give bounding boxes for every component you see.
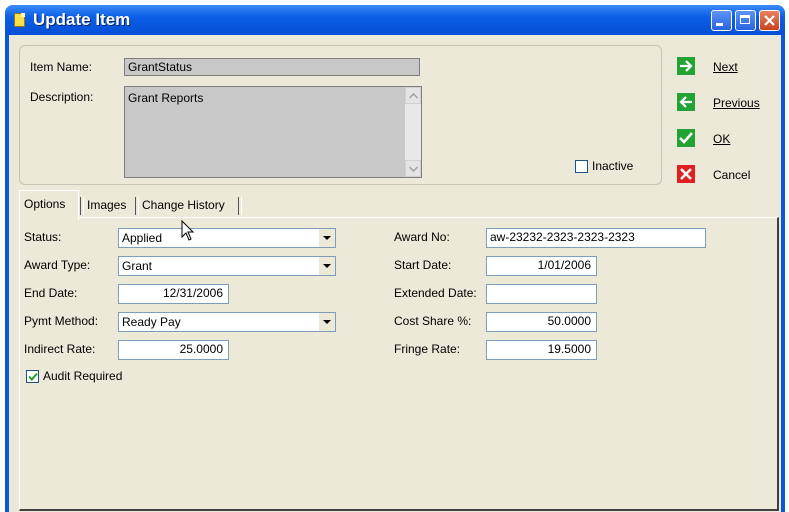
chevron-down-icon (323, 236, 331, 240)
pymt-method-label: Pymt Method: (24, 314, 99, 328)
ok-button[interactable]: OK (677, 129, 777, 151)
end-date-field[interactable]: 12/31/2006 (118, 284, 229, 304)
ok-label: OK (713, 132, 731, 146)
item-details-group: Item Name: GrantStatus Description: Gran… (19, 45, 662, 185)
close-icon (764, 15, 775, 26)
inactive-label: Inactive (592, 159, 634, 173)
tab-separator (238, 197, 242, 215)
audit-required-checkbox[interactable] (26, 370, 39, 383)
award-type-value: Grant (122, 259, 153, 273)
description-scrollbar[interactable] (405, 87, 421, 177)
mouse-pointer-icon (181, 220, 195, 241)
start-date-field[interactable]: 1/01/2006 (486, 256, 597, 276)
status-value: Applied (122, 231, 163, 245)
status-label: Status: (24, 230, 62, 244)
title-bar[interactable]: Update Item (5, 5, 785, 35)
indirect-rate-label: Indirect Rate: (24, 342, 96, 356)
status-dropdown[interactable]: Applied (118, 228, 336, 248)
end-date-label: End Date: (24, 286, 78, 300)
dropdown-arrow[interactable] (318, 229, 335, 247)
pymt-method-dropdown[interactable]: Ready Pay (118, 312, 336, 332)
dropdown-arrow[interactable] (318, 257, 335, 275)
extended-date-label: Extended Date: (394, 286, 477, 300)
maximize-button[interactable] (735, 10, 756, 31)
scroll-up-button[interactable] (405, 87, 421, 104)
description-text: Grant Reports (128, 91, 204, 105)
item-name-field[interactable]: GrantStatus (124, 58, 420, 76)
document-icon (14, 13, 25, 27)
dropdown-arrow[interactable] (318, 313, 335, 331)
close-button[interactable] (759, 10, 780, 31)
cost-share-field[interactable]: 50.0000 (486, 312, 597, 332)
tab-images[interactable]: Images (83, 192, 135, 216)
chevron-down-icon (323, 320, 331, 324)
checkmark-icon (28, 372, 38, 381)
tab-change-history[interactable]: Change History (138, 192, 238, 216)
chevron-up-icon (409, 93, 418, 99)
description-field[interactable]: Grant Reports (124, 86, 422, 178)
cost-share-label: Cost Share %: (394, 314, 472, 328)
audit-required-label: Audit Required (43, 369, 123, 383)
minimize-button[interactable] (711, 10, 732, 31)
next-label: Next (713, 60, 738, 74)
extended-date-field[interactable] (486, 284, 597, 304)
checkmark-icon (677, 129, 695, 147)
award-no-label: Award No: (394, 230, 450, 244)
cancel-label: Cancel (713, 168, 751, 182)
scroll-down-button[interactable] (405, 160, 421, 177)
dialog-body: Item Name: GrantStatus Description: Gran… (9, 35, 781, 512)
arrow-right-icon (677, 57, 695, 75)
previous-label: Previous (713, 96, 760, 110)
item-name-label: Item Name: (30, 60, 93, 74)
chevron-down-icon (409, 166, 418, 172)
next-button[interactable]: Next (677, 57, 777, 79)
arrow-left-icon (677, 93, 695, 111)
indirect-rate-field[interactable]: 25.0000 (118, 340, 229, 360)
award-type-label: Award Type: (24, 258, 91, 272)
fringe-rate-label: Fringe Rate: (394, 342, 461, 356)
window-title: Update Item (33, 10, 131, 29)
fringe-rate-field[interactable]: 19.5000 (486, 340, 597, 360)
tab-options[interactable]: Options (19, 190, 79, 220)
options-panel: Status: Applied Award Type: Grant End Da… (19, 217, 779, 511)
update-item-dialog: Update Item Item Name: GrantStatus Descr… (5, 5, 785, 512)
start-date-label: Start Date: (394, 258, 452, 272)
cancel-button[interactable]: Cancel (677, 165, 777, 187)
previous-button[interactable]: Previous (677, 93, 777, 115)
x-icon (677, 165, 695, 183)
award-type-dropdown[interactable]: Grant (118, 256, 336, 276)
pymt-method-value: Ready Pay (122, 315, 181, 329)
award-no-field[interactable]: aw-23232-2323-2323-2323 (486, 228, 706, 248)
description-label: Description: (30, 90, 94, 104)
inactive-checkbox[interactable] (575, 160, 588, 173)
chevron-down-icon (323, 264, 331, 268)
